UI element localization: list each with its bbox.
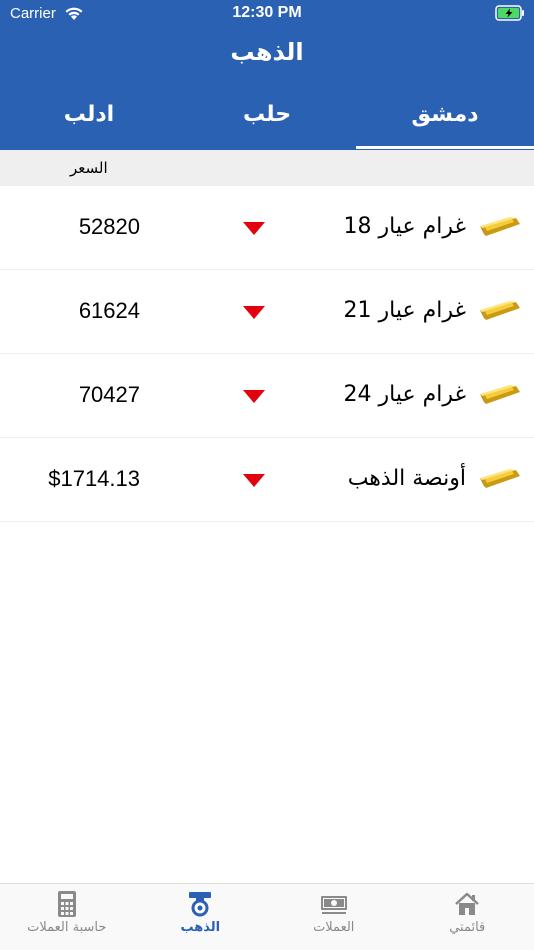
tab-aleppo[interactable]: حلب [178,92,356,150]
item-label: غرام عيار 18 [343,214,466,239]
item-label: غرام عيار 24 [343,382,466,407]
tabbar-item-gold[interactable]: الذهب [134,884,268,950]
app-header: Carrier 12:30 PM الذهب دمشق حلب ادلب [0,0,534,150]
status-bar: Carrier 12:30 PM [0,0,534,28]
tabbar-label: حاسبة العملات [27,920,107,935]
tab-damascus[interactable]: دمشق [356,92,534,150]
tabbar-label: الذهب [180,920,221,935]
tabbar-label: قائمتي [449,920,486,935]
column-header: السعر [0,150,534,186]
item-label: أونصة الذهب [347,466,466,491]
gold-bar-icon [480,217,520,236]
tabbar-label: العملات [313,920,355,935]
list-item[interactable]: أونصة الذهب $1714.13 [0,438,534,522]
item-label: غرام عيار 21 [343,298,466,323]
trend-down-icon [243,306,265,319]
trend-down-icon [243,474,265,487]
page-title: الذهب [230,38,304,66]
item-price: 70427 [78,382,140,407]
tabbar-item-home[interactable]: قائمتي [401,884,534,950]
list-item[interactable]: غرام عيار 24 70427 [0,354,534,438]
trend-down-icon [243,390,265,403]
calculator-icon [57,891,76,917]
price-column-label: السعر [70,159,108,177]
battery-charging-icon [495,5,524,21]
trend-down-icon [243,222,265,235]
list-item[interactable]: غرام عيار 18 52820 [0,186,534,270]
item-price: 52820 [78,214,140,239]
tabbar-item-currencies[interactable]: العملات [267,884,401,950]
item-price: $1714.13 [48,466,140,491]
bottom-tab-bar: قائمتي العملات الذهب حاسبة العملات [0,883,534,950]
banknote-icon [320,896,347,914]
home-icon [455,892,480,915]
item-price: 61624 [78,298,140,323]
status-time: 12:30 PM [232,4,302,21]
active-tab-indicator [356,146,534,149]
gold-bar-icon [480,469,520,488]
tabbar-item-calculator[interactable]: حاسبة العملات [0,884,134,950]
list-item[interactable]: غرام عيار 21 61624 [0,270,534,354]
tab-idlib[interactable]: ادلب [0,92,178,150]
gold-ring-icon [189,892,212,917]
city-tabs: دمشق حلب ادلب [0,92,534,150]
gold-bar-icon [480,385,520,404]
gold-price-list: غرام عيار 18 52820 غرام عيار 21 61624 غر… [0,186,534,522]
gold-bar-icon [480,301,520,320]
